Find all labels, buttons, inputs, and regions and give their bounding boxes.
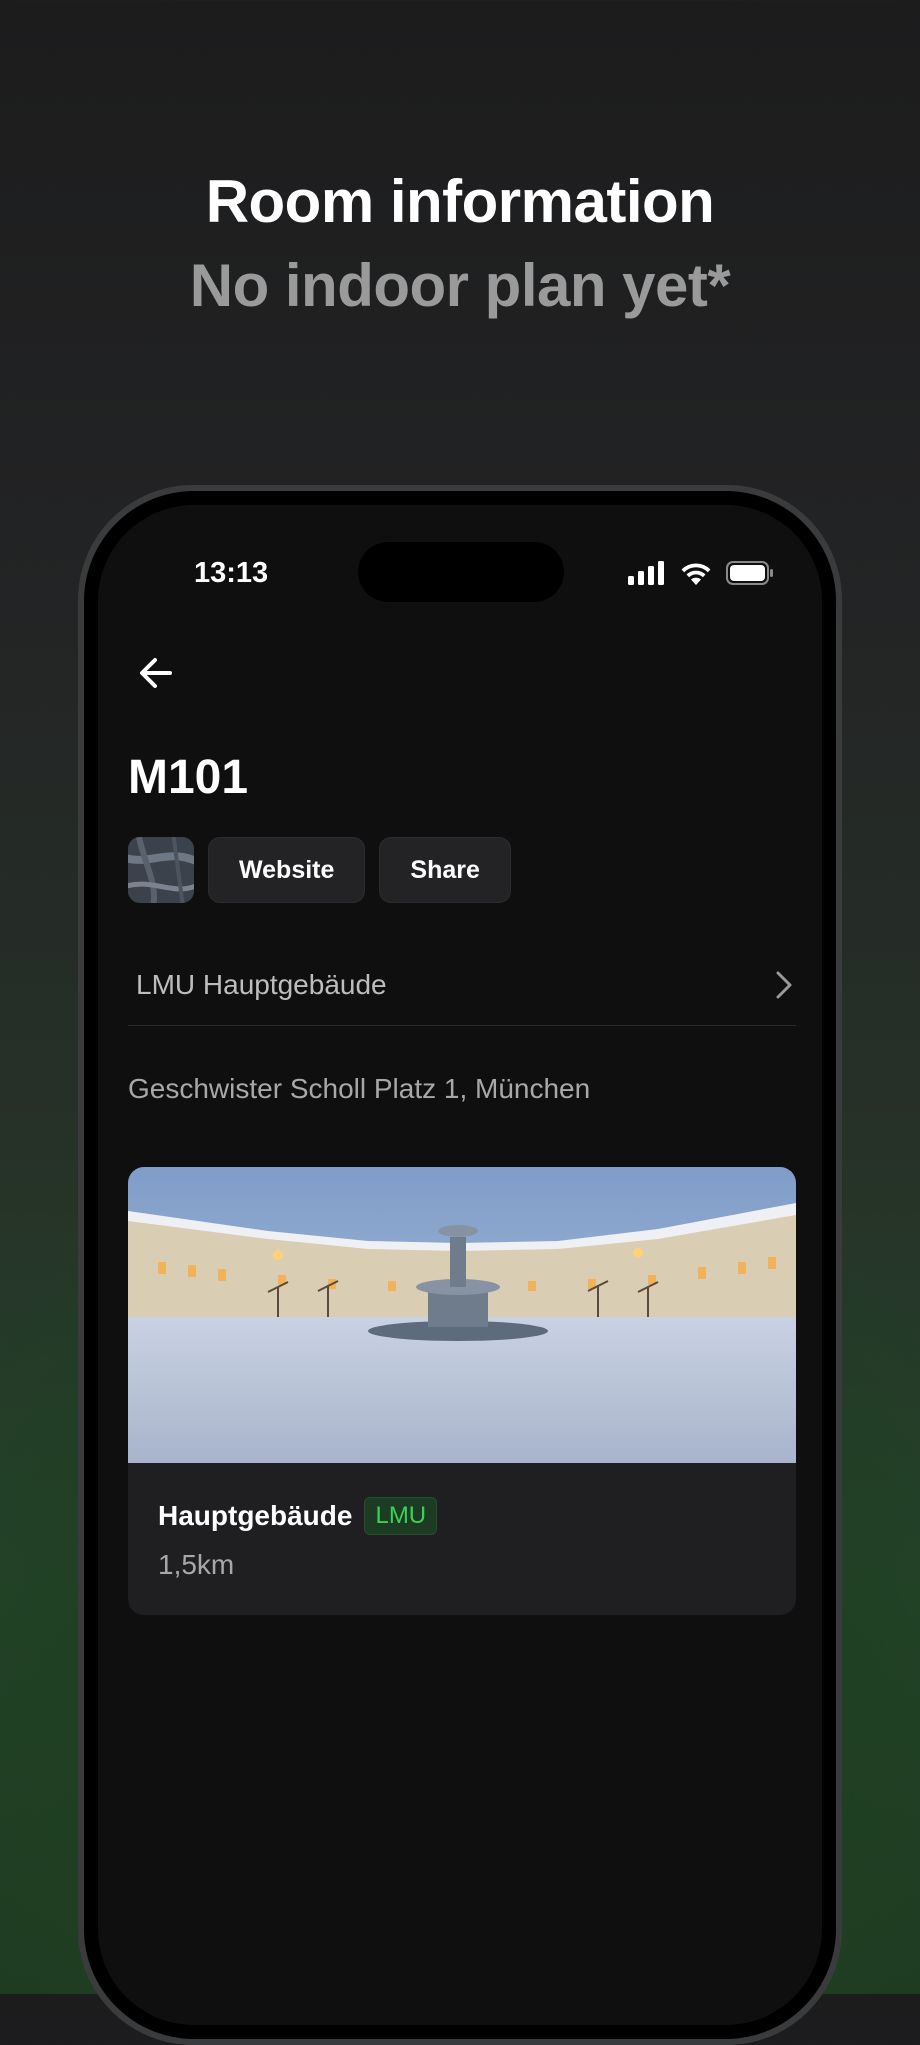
dynamic-island (358, 542, 564, 602)
website-button[interactable]: Website (208, 837, 366, 903)
card-distance: 1,5km (158, 1549, 235, 1580)
promo-subtitle: No indoor plan yet* (189, 252, 731, 319)
card-body: Hauptgebäude LMU 1,5km (158, 1497, 438, 1581)
share-button[interactable]: Share (379, 837, 511, 903)
room-title: M101 (128, 751, 249, 804)
university-badge: LMU (364, 1497, 438, 1535)
signal-icon (628, 561, 664, 585)
card-title-row: Hauptgebäude LMU (158, 1497, 438, 1535)
building-card[interactable]: Hauptgebäude LMU 1,5km (128, 1167, 796, 1615)
room-address: Geschwister Scholl Platz 1, München (128, 1073, 591, 1104)
room-actions: Website Share (128, 837, 511, 903)
status-time: 13:13 (194, 557, 269, 589)
chevron-right-icon (776, 971, 792, 999)
building-photo (128, 1167, 796, 1463)
map-preview-icon (128, 837, 194, 903)
building-link-row[interactable]: LMU Hauptgebäude (128, 945, 796, 1026)
card-title: Hauptgebäude (158, 1500, 353, 1531)
phone-bezel: 13:13 M101 Website Share LMU Hauptgebäud… (84, 491, 836, 2039)
phone-screen: 13:13 M101 Website Share LMU Hauptgebäud… (98, 505, 822, 2025)
wifi-icon (681, 563, 711, 585)
promo-header: Room information No indoor plan yet* (0, 160, 920, 328)
back-button[interactable] (128, 645, 184, 701)
promo-title: Room information (205, 168, 715, 235)
status-icons (628, 561, 774, 585)
map-thumbnail[interactable] (128, 837, 194, 903)
battery-icon (726, 561, 773, 585)
building-link-label: LMU Hauptgebäude (136, 969, 387, 1000)
arrow-left-icon (140, 658, 172, 688)
phone-frame: 13:13 M101 Website Share LMU Hauptgebäud… (78, 485, 842, 2045)
